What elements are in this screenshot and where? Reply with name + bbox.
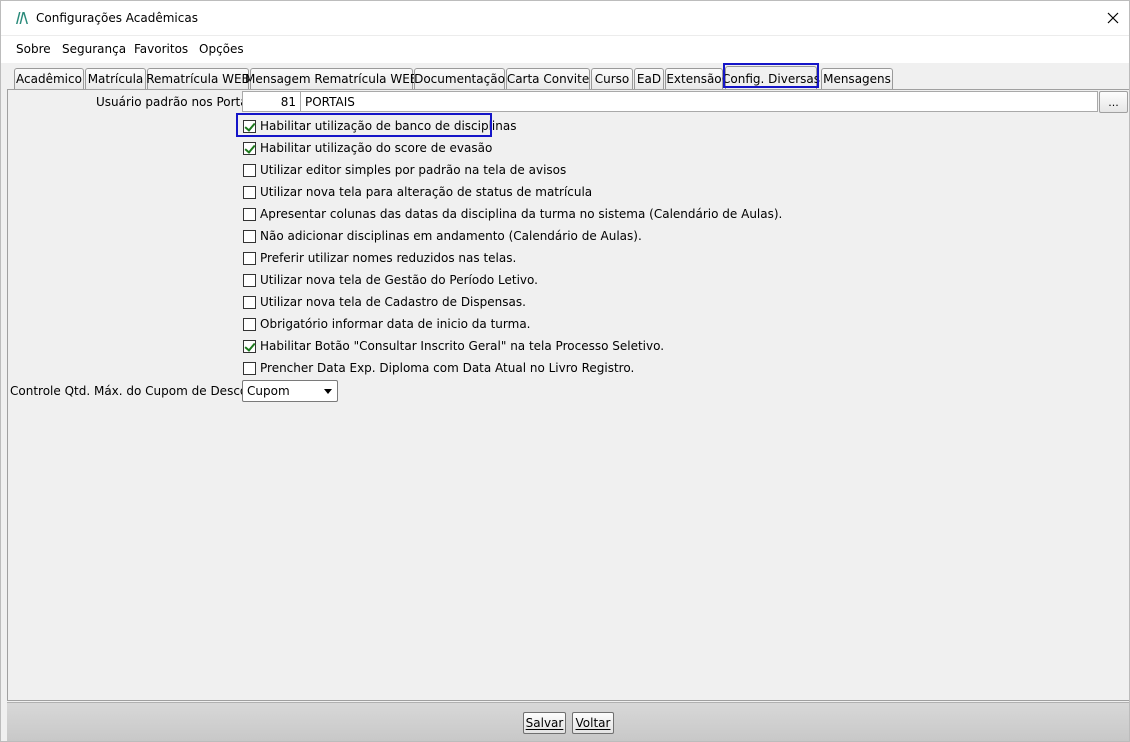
portal-user-name-field[interactable]: PORTAIS (300, 91, 1098, 112)
close-icon (1107, 12, 1119, 24)
tab-mensagens[interactable]: Mensagens (821, 68, 893, 89)
checkbox[interactable] (243, 185, 256, 199)
tab-rematricula-web[interactable]: Rematrícula WEB (146, 68, 250, 89)
option-nao-adicionar-disciplinas[interactable]: Não adicionar disciplinas em andamento (… (243, 228, 642, 244)
coupon-control-select[interactable]: Cupom (242, 380, 338, 402)
option-banco-disciplinas[interactable]: Habilitar utilização de banco de discipl… (243, 118, 516, 134)
option-cadastro-dispensas[interactable]: Utilizar nova tela de Cadastro de Dispen… (243, 294, 526, 310)
save-button-label: Salvar (525, 716, 564, 730)
tab-extensao[interactable]: Extensão (665, 68, 723, 89)
tab-ead[interactable]: EaD (634, 68, 664, 89)
menu-opcoes[interactable]: Opções (199, 42, 244, 56)
menu-seguranca[interactable]: Segurança (62, 42, 126, 56)
tab-academico[interactable]: Acadêmico (14, 68, 84, 89)
checkbox[interactable] (243, 251, 256, 265)
option-label: Apresentar colunas das datas da discipli… (260, 207, 783, 221)
option-label: Habilitar utilização de banco de discipl… (260, 119, 517, 133)
coupon-control-label: Controle Qtd. Máx. do Cupom de Desconto (10, 384, 267, 398)
checkbox[interactable] (243, 339, 256, 353)
option-score-evasao[interactable]: Habilitar utilização do score de evasão (243, 140, 492, 156)
tab-mensagem-rematricula-web[interactable]: Mensagem Rematrícula WEB (245, 68, 418, 89)
portal-user-label: Usuário padrão nos Portais: (96, 95, 262, 109)
checkbox[interactable] (243, 141, 256, 155)
option-label: Utilizar editor simples por padrão na te… (260, 163, 567, 177)
title-bar: Configurações Acadêmicas (1, 1, 1129, 35)
tab-config-diversas[interactable]: Config. Diversas (722, 66, 820, 90)
portal-user-lookup-button[interactable]: ... (1099, 91, 1128, 113)
option-label: Prencher Data Exp. Diploma com Data Atua… (260, 361, 635, 375)
option-label: Habilitar Botão "Consultar Inscrito Gera… (260, 339, 665, 353)
checkbox[interactable] (243, 163, 256, 177)
option-editor-simples[interactable]: Utilizar editor simples por padrão na te… (243, 162, 566, 178)
option-label: Utilizar nova tela de Gestão do Período … (260, 273, 538, 287)
option-label: Utilizar nova tela de Cadastro de Dispen… (260, 295, 526, 309)
option-label: Obrigatório informar data de inicio da t… (260, 317, 531, 331)
option-label: Não adicionar disciplinas em andamento (… (260, 229, 642, 243)
tab-matricula[interactable]: Matrícula (85, 68, 146, 89)
option-consultar-inscrito-geral[interactable]: Habilitar Botão "Consultar Inscrito Gera… (243, 338, 664, 354)
coupon-control-value: Cupom (247, 384, 290, 398)
checkbox[interactable] (243, 119, 256, 133)
menu-bar: Sobre Segurança Favoritos Opções (1, 35, 1129, 63)
option-label: Habilitar utilização do score de evasão (260, 141, 493, 155)
chevron-down-icon (324, 389, 332, 394)
portal-user-code-field[interactable]: 81 (242, 91, 301, 112)
footer-bar: Salvar Voltar (7, 702, 1129, 741)
option-label: Utilizar nova tela para alteração de sta… (260, 185, 593, 199)
tab-carta-convite[interactable]: Carta Convite (506, 68, 590, 89)
option-data-exp-diploma[interactable]: Prencher Data Exp. Diploma com Data Atua… (243, 360, 634, 376)
app-logo-icon (16, 12, 28, 24)
option-colunas-datas[interactable]: Apresentar colunas das datas da discipli… (243, 206, 782, 222)
checkbox[interactable] (243, 273, 256, 287)
checkbox[interactable] (243, 207, 256, 221)
option-gestao-periodo-letivo[interactable]: Utilizar nova tela de Gestão do Período … (243, 272, 538, 288)
close-button[interactable] (1097, 1, 1129, 35)
option-nomes-reduzidos[interactable]: Preferir utilizar nomes reduzidos nas te… (243, 250, 516, 266)
window: Configurações Acadêmicas Sobre Segurança… (0, 0, 1130, 742)
back-button[interactable]: Voltar (572, 712, 614, 734)
option-label: Preferir utilizar nomes reduzidos nas te… (260, 251, 517, 265)
tab-curso[interactable]: Curso (591, 68, 633, 89)
save-button[interactable]: Salvar (523, 712, 566, 734)
checkbox[interactable] (243, 361, 256, 375)
menu-favoritos[interactable]: Favoritos (134, 42, 188, 56)
checkbox[interactable] (243, 295, 256, 309)
option-data-inicio-turma[interactable]: Obrigatório informar data de inicio da t… (243, 316, 531, 332)
tab-documentacao[interactable]: Documentação (414, 68, 505, 89)
checkbox[interactable] (243, 317, 256, 331)
back-button-label: Voltar (575, 716, 611, 730)
menu-sobre[interactable]: Sobre (16, 42, 51, 56)
checkbox[interactable] (243, 229, 256, 243)
window-title: Configurações Acadêmicas (36, 11, 198, 25)
option-nova-tela-status[interactable]: Utilizar nova tela para alteração de sta… (243, 184, 592, 200)
tab-strip: Acadêmico Matrícula Rematrícula WEB Mens… (1, 63, 1129, 90)
